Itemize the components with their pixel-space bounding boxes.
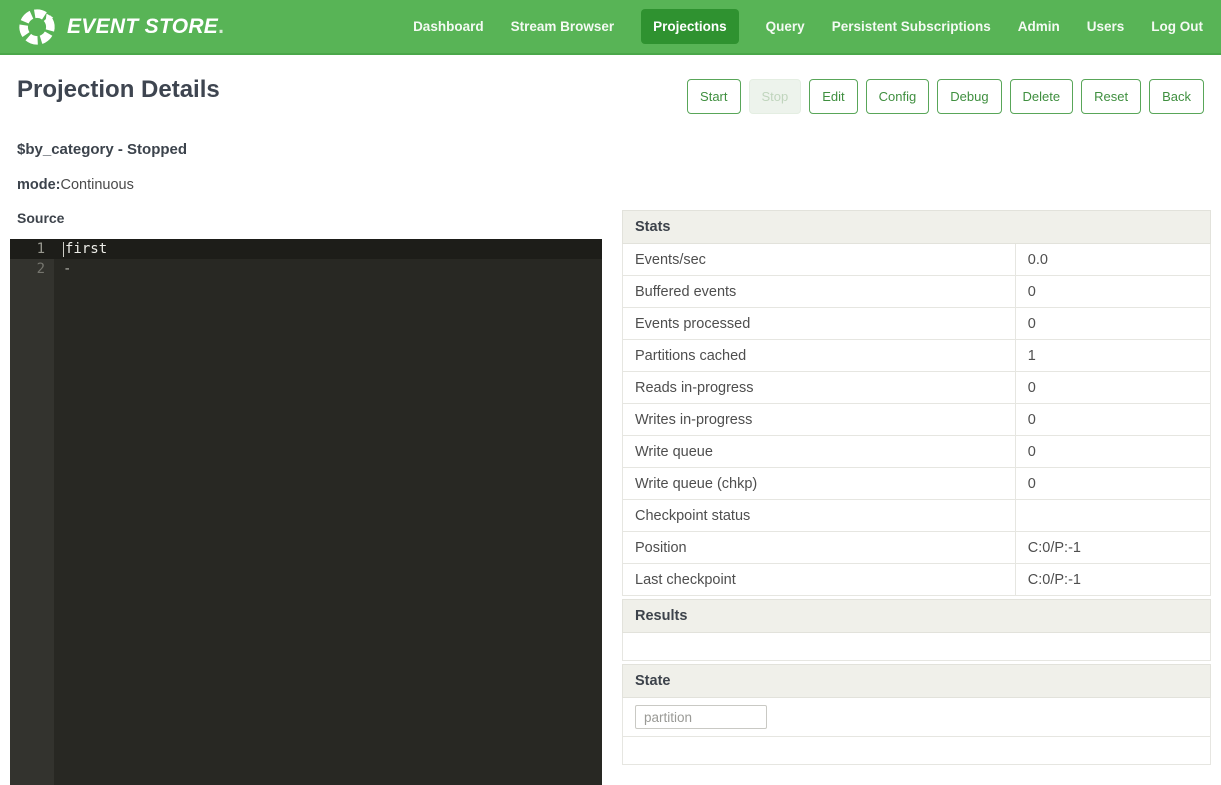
start-button[interactable]: Start	[687, 79, 740, 114]
stop-button[interactable]: Stop	[749, 79, 802, 114]
details-column: Stats Events/sec0.0 Buffered events0 Eve…	[622, 210, 1211, 785]
code-line[interactable]: 1 first	[10, 239, 602, 259]
main-columns: Source 1 first 2 - Stats	[10, 210, 1211, 785]
stat-label: Events/sec	[623, 244, 1016, 276]
table-row: Write queue0	[623, 436, 1211, 468]
back-button[interactable]: Back	[1149, 79, 1204, 114]
source-code-editor[interactable]: 1 first 2 -	[10, 239, 602, 785]
table-row	[623, 737, 1211, 765]
stats-table: Stats Events/sec0.0 Buffered events0 Eve…	[622, 210, 1211, 596]
stat-value: 0	[1015, 276, 1210, 308]
logo-period: .	[218, 15, 224, 38]
top-navbar: EVENT STORE. Dashboard Stream Browser Pr…	[0, 0, 1221, 55]
table-row: PositionC:0/P:-1	[623, 532, 1211, 564]
table-row: Write queue (chkp)0	[623, 468, 1211, 500]
stat-value: 0	[1015, 436, 1210, 468]
main-nav: Dashboard Stream Browser Projections Que…	[413, 9, 1203, 44]
table-row: Last checkpointC:0/P:-1	[623, 564, 1211, 596]
source-label: Source	[10, 210, 602, 226]
table-row	[623, 633, 1211, 661]
stat-label: Write queue	[623, 436, 1016, 468]
stat-value: 0	[1015, 372, 1210, 404]
table-row: Events processed0	[623, 308, 1211, 340]
stat-value: 1	[1015, 340, 1210, 372]
state-table: State	[622, 664, 1211, 765]
table-row: Events/sec0.0	[623, 244, 1211, 276]
logo-text: EVENT STORE.	[67, 15, 224, 39]
page-content: Projection Details Start Stop Edit Confi…	[0, 55, 1221, 785]
stats-header: Stats	[623, 211, 1211, 244]
stat-value: 0	[1015, 308, 1210, 340]
stat-label: Position	[623, 532, 1016, 564]
results-content	[623, 633, 1211, 661]
nav-item-stream-browser[interactable]: Stream Browser	[511, 19, 615, 34]
delete-button[interactable]: Delete	[1010, 79, 1074, 114]
title-row: Projection Details Start Stop Edit Confi…	[10, 75, 1211, 114]
nav-item-query[interactable]: Query	[766, 19, 805, 34]
partition-cell	[623, 698, 1211, 737]
text-cursor	[63, 242, 64, 257]
stat-label: Writes in-progress	[623, 404, 1016, 436]
nav-item-projections[interactable]: Projections	[641, 9, 739, 44]
stat-label: Partitions cached	[623, 340, 1016, 372]
debug-button[interactable]: Debug	[937, 79, 1001, 114]
mode-line: mode:Continuous	[10, 177, 1211, 193]
mode-label: mode:	[17, 177, 61, 193]
event-store-logo[interactable]: EVENT STORE.	[16, 6, 224, 48]
nav-item-dashboard[interactable]: Dashboard	[413, 19, 484, 34]
edit-button[interactable]: Edit	[809, 79, 857, 114]
page-title: Projection Details	[17, 75, 220, 105]
editor-gutter	[10, 239, 54, 785]
state-header: State	[623, 665, 1211, 698]
editor-lines: 1 first 2 -	[10, 239, 602, 279]
stat-label: Reads in-progress	[623, 372, 1016, 404]
stat-value: 0.0	[1015, 244, 1210, 276]
stat-value: C:0/P:-1	[1015, 564, 1210, 596]
stat-label: Buffered events	[623, 276, 1016, 308]
reset-button[interactable]: Reset	[1081, 79, 1141, 114]
config-button[interactable]: Config	[866, 79, 930, 114]
nav-item-users[interactable]: Users	[1087, 19, 1125, 34]
source-column: Source 1 first 2 -	[10, 210, 602, 785]
table-row	[623, 698, 1211, 737]
table-row: Checkpoint status	[623, 500, 1211, 532]
stat-label: Events processed	[623, 308, 1016, 340]
stat-value	[1015, 500, 1210, 532]
nav-item-admin[interactable]: Admin	[1018, 19, 1060, 34]
line-number: 1	[10, 239, 54, 259]
stat-value: 0	[1015, 404, 1210, 436]
projection-toolbar: Start Stop Edit Config Debug Delete Rese…	[687, 79, 1204, 114]
nav-item-persistent-subscriptions[interactable]: Persistent Subscriptions	[832, 19, 991, 34]
stat-value: C:0/P:-1	[1015, 532, 1210, 564]
results-table: Results	[622, 599, 1211, 661]
state-content	[623, 737, 1211, 765]
table-row: Buffered events0	[623, 276, 1211, 308]
code-text: first	[54, 239, 107, 259]
code-line[interactable]: 2 -	[10, 259, 602, 279]
results-header: Results	[623, 600, 1211, 633]
table-row: Partitions cached1	[623, 340, 1211, 372]
table-row: Reads in-progress0	[623, 372, 1211, 404]
mode-value: Continuous	[61, 177, 134, 193]
table-row: Writes in-progress0	[623, 404, 1211, 436]
line-number: 2	[10, 259, 54, 279]
stat-label: Checkpoint status	[623, 500, 1016, 532]
stat-label: Last checkpoint	[623, 564, 1016, 596]
projection-name-status: $by_category - Stopped	[10, 141, 1211, 158]
stat-value: 0	[1015, 468, 1210, 500]
nav-item-log-out[interactable]: Log Out	[1151, 19, 1203, 34]
partition-input[interactable]	[635, 705, 767, 729]
circular-arrows-logo-icon	[16, 6, 58, 48]
code-text: -	[54, 259, 71, 279]
stat-label: Write queue (chkp)	[623, 468, 1016, 500]
